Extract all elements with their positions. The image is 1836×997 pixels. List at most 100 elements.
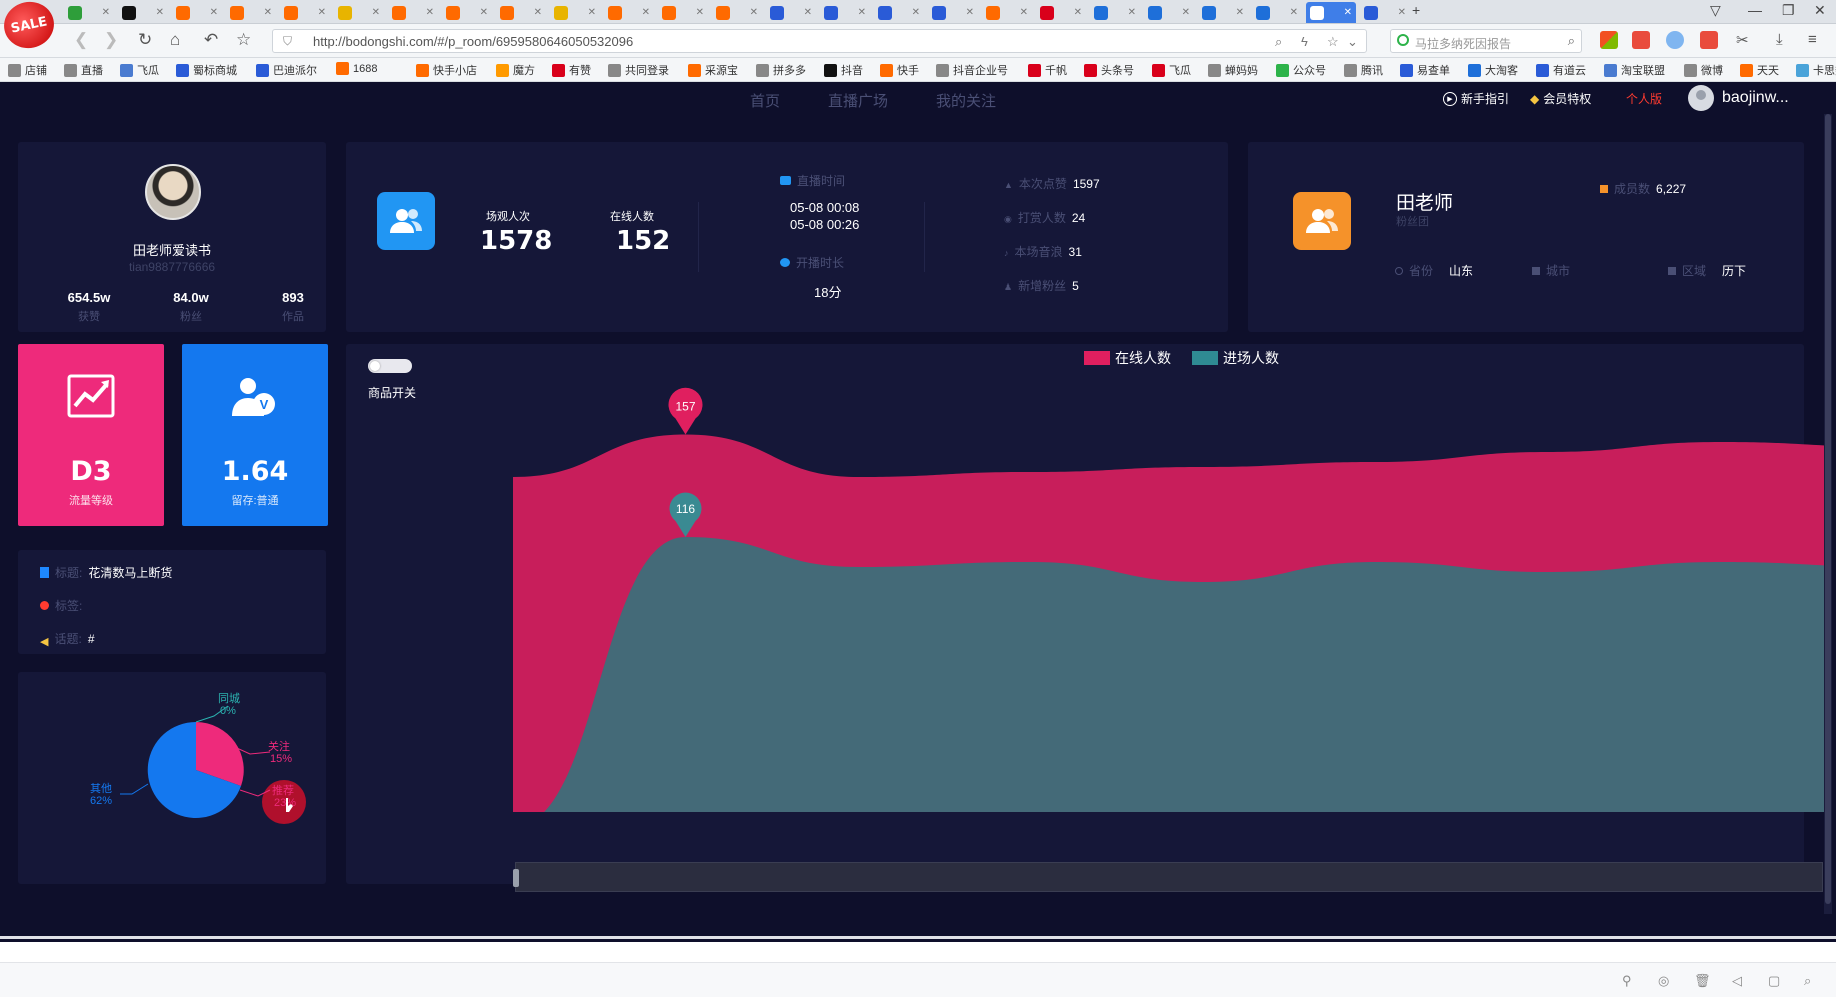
bookmark-item[interactable]: 1688 xyxy=(336,62,377,75)
apps-icon[interactable] xyxy=(1600,31,1618,49)
browser-tab[interactable]: ✕ xyxy=(982,2,1032,23)
tab-close-icon[interactable]: ✕ xyxy=(912,7,920,18)
bookmark-item[interactable]: 天天 xyxy=(1740,62,1779,78)
minimize-icon[interactable]: — xyxy=(1748,2,1762,18)
bookmark-item[interactable]: 快手 xyxy=(880,62,919,78)
close-window-icon[interactable]: ✕ xyxy=(1814,2,1826,19)
bookmark-item[interactable]: 直播 xyxy=(64,62,103,78)
browser-tab[interactable]: ✕ xyxy=(928,2,978,23)
tab-close-icon[interactable]: ✕ xyxy=(1128,7,1136,18)
tab-close-icon[interactable]: ✕ xyxy=(966,7,974,18)
tab-close-icon[interactable]: ✕ xyxy=(480,7,488,18)
nav-live-square[interactable]: 直播广场 xyxy=(828,90,888,111)
nav-my-follows[interactable]: 我的关注 xyxy=(936,90,996,111)
bookmark-item[interactable]: 蜀标商城 xyxy=(176,62,237,78)
guide-link[interactable]: ▶ 新手指引 xyxy=(1443,90,1509,107)
nav-home[interactable]: 首页 xyxy=(750,90,780,111)
browser-tab[interactable]: ✕ xyxy=(280,2,330,23)
vip-link[interactable]: ◆ 会员特权 xyxy=(1530,90,1591,107)
share-icon[interactable]: ⚲ xyxy=(1622,973,1632,989)
browser-tab[interactable]: ✕ xyxy=(64,2,114,23)
tab-close-icon[interactable]: ✕ xyxy=(804,7,812,18)
bookmark-item[interactable]: 抖音企业号 xyxy=(936,62,1008,78)
bookmark-item[interactable]: 易查单 xyxy=(1400,62,1450,78)
back-icon[interactable]: ❮ xyxy=(74,30,88,50)
trash-icon[interactable]: 🗑 xyxy=(1694,973,1711,989)
browser-tab[interactable]: ✕ xyxy=(496,2,546,23)
search-input[interactable]: 马拉多纳死因报告 ⌕ xyxy=(1390,29,1582,53)
browser-tab[interactable]: ✕ xyxy=(1252,2,1302,23)
url-dropdown-icon[interactable]: ⌄ xyxy=(1347,34,1358,50)
tab-close-icon[interactable]: ✕ xyxy=(696,7,704,18)
zoom-status-icon[interactable]: ⌕ xyxy=(1804,973,1811,989)
tab-close-icon[interactable]: ✕ xyxy=(102,7,110,18)
bookmark-item[interactable]: 有赞 xyxy=(552,62,591,78)
bookmark-item[interactable]: 卡思数据 xyxy=(1796,62,1836,78)
bookmark-item[interactable]: 淘宝联盟 xyxy=(1604,62,1665,78)
url-input[interactable]: ⛉ http://bodongshi.com/#/p_room/69595806… xyxy=(272,29,1367,53)
bookmark-item[interactable]: 巴迪派尔 xyxy=(256,62,317,78)
zoom-slider[interactable] xyxy=(513,862,1823,892)
browser-tab[interactable]: ✕ xyxy=(388,2,438,23)
bookmark-item[interactable]: 微博 xyxy=(1684,62,1723,78)
browser-tab[interactable]: ✕ xyxy=(1144,2,1194,23)
extension-icon[interactable] xyxy=(1666,31,1684,49)
retention-tile[interactable]: V 1.64 留存:普通 xyxy=(182,344,328,526)
browser-tab[interactable]: ✕ xyxy=(172,2,222,23)
bookmark-item[interactable]: 魔方 xyxy=(496,62,535,78)
undo-icon[interactable]: ↶ xyxy=(204,30,218,50)
browser-tab[interactable]: ✕ xyxy=(334,2,384,23)
tab-close-icon[interactable]: ✕ xyxy=(1074,7,1082,18)
tab-close-icon[interactable]: ✕ xyxy=(318,7,326,18)
zoom-handle-left[interactable] xyxy=(513,869,519,887)
bookmark-item[interactable]: 店铺 xyxy=(8,62,47,78)
restore-icon[interactable]: ❐ xyxy=(1782,2,1795,19)
tab-close-icon[interactable]: ✕ xyxy=(156,7,164,18)
bookmark-item[interactable]: 抖音 xyxy=(824,62,863,78)
bookmark-item[interactable]: 有道云 xyxy=(1536,62,1586,78)
browser-tab[interactable]: ✕ xyxy=(442,2,492,23)
volume-icon[interactable]: ◁ xyxy=(1732,973,1742,989)
zoom-icon[interactable]: ⌕ xyxy=(1275,34,1282,50)
menu-icon[interactable]: ≡ xyxy=(1808,31,1826,49)
bookmark-item[interactable]: 大淘客 xyxy=(1468,62,1518,78)
traffic-level-tile[interactable]: D3 流量等级 xyxy=(18,344,164,526)
bookmark-item[interactable]: 公众号 xyxy=(1276,62,1326,78)
tab-close-icon[interactable]: ✕ xyxy=(1182,7,1190,18)
bookmark-item[interactable]: 共同登录 xyxy=(608,62,669,78)
browser-tab[interactable]: ✕ xyxy=(1360,2,1410,23)
browser-tab[interactable]: ✕ xyxy=(820,2,870,23)
browser-tab[interactable]: ✕ xyxy=(1306,2,1356,23)
edition-badge[interactable]: 个人版 xyxy=(1626,90,1662,107)
browser-tab[interactable]: ✕ xyxy=(550,2,600,23)
translate-icon[interactable] xyxy=(1700,31,1718,49)
tab-close-icon[interactable]: ✕ xyxy=(1290,7,1298,18)
browser-tab[interactable]: ✕ xyxy=(1198,2,1248,23)
vertical-scrollbar[interactable] xyxy=(1824,114,1832,914)
vertical-scrollbar-thumb[interactable] xyxy=(1825,114,1831,904)
bookmark-item[interactable]: 头条号 xyxy=(1084,62,1134,78)
browser-tab[interactable]: ✕ xyxy=(712,2,762,23)
bookmark-item[interactable]: 飞瓜 xyxy=(1152,62,1191,78)
window-icon[interactable]: ▢ xyxy=(1768,973,1780,989)
browser-tab[interactable]: ✕ xyxy=(118,2,168,23)
browser-tab[interactable]: ✕ xyxy=(226,2,276,23)
browser-tab[interactable]: ✕ xyxy=(874,2,924,23)
new-tab-icon[interactable]: + xyxy=(1412,2,1420,18)
tab-close-icon[interactable]: ✕ xyxy=(264,7,272,18)
tab-close-icon[interactable]: ✕ xyxy=(426,7,434,18)
search-icon[interactable]: ⌕ xyxy=(1568,33,1575,49)
tab-menu-icon[interactable]: ▽ xyxy=(1710,2,1721,19)
streamer-avatar[interactable] xyxy=(145,164,201,220)
cut-icon[interactable]: ✂ xyxy=(1736,31,1754,49)
lightning-icon[interactable]: ϟ xyxy=(1301,34,1308,49)
tab-close-icon[interactable]: ✕ xyxy=(1344,7,1352,18)
bookmark-item[interactable]: 腾讯 xyxy=(1344,62,1383,78)
tab-close-icon[interactable]: ✕ xyxy=(642,7,650,18)
tab-close-icon[interactable]: ✕ xyxy=(750,7,758,18)
tab-close-icon[interactable]: ✕ xyxy=(534,7,542,18)
bookmark-item[interactable]: 千帆 xyxy=(1028,62,1067,78)
horizontal-scrollbar[interactable] xyxy=(0,936,1836,939)
browser-tab[interactable]: ✕ xyxy=(1090,2,1140,23)
tab-close-icon[interactable]: ✕ xyxy=(1398,7,1406,18)
